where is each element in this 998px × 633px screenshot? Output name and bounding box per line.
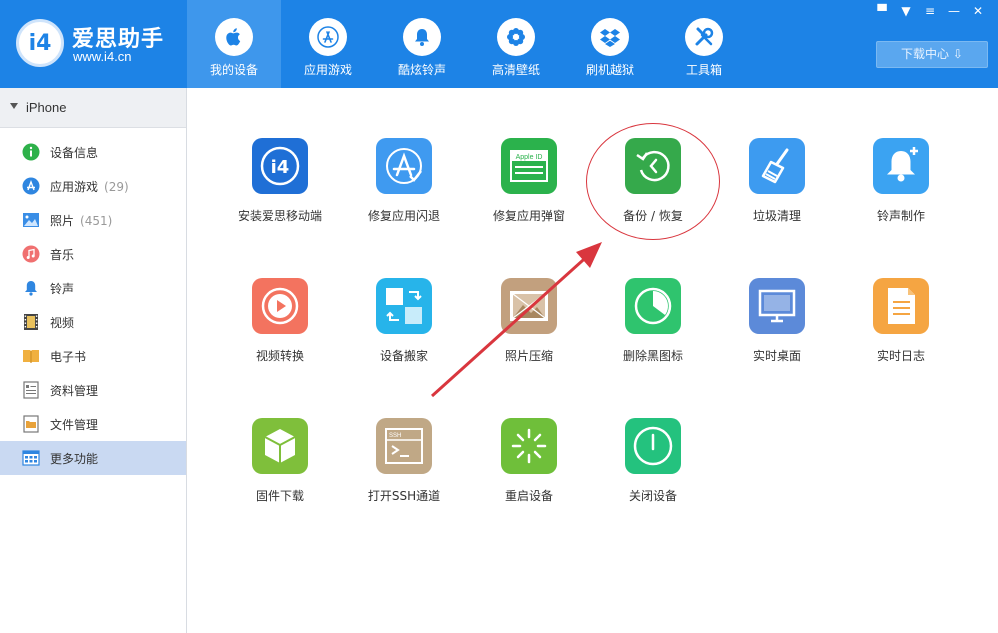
monitor-icon bbox=[749, 278, 805, 334]
pie-icon bbox=[625, 278, 681, 334]
i4-app-icon: i4 bbox=[252, 138, 308, 194]
sidebar-item-ringtones[interactable]: 铃声 bbox=[0, 271, 186, 305]
skin-icon[interactable]: ▼ bbox=[896, 2, 916, 20]
bell-plus-icon bbox=[873, 138, 929, 194]
sidebar-item-more-features[interactable]: 更多功能 bbox=[0, 441, 186, 475]
tool-shutdown-device[interactable]: 关闭设备 bbox=[593, 418, 713, 528]
device-selector[interactable]: iPhone bbox=[0, 88, 186, 128]
tab-apps-games[interactable]: 应用游戏 bbox=[281, 0, 375, 88]
music-icon bbox=[22, 245, 40, 263]
tool-install-i4-mobile[interactable]: i4 安装爱思移动端 bbox=[220, 138, 340, 248]
backup-restore-icon bbox=[625, 138, 681, 194]
device-name: iPhone bbox=[26, 100, 67, 115]
tool-junk-clean[interactable]: 垃圾清理 bbox=[717, 138, 837, 248]
terminal-icon: SSH bbox=[376, 418, 432, 474]
info-icon bbox=[22, 143, 40, 161]
tool-firmware-download[interactable]: 固件下载 bbox=[220, 418, 340, 528]
tab-my-device[interactable]: 我的设备 bbox=[187, 0, 281, 88]
restart-icon bbox=[501, 418, 557, 474]
tool-open-ssh[interactable]: SSH 打开SSH通道 bbox=[344, 418, 464, 528]
sidebar: iPhone 设备信息 应用游戏(29) 照片(451) 音乐 铃声 视频 bbox=[0, 88, 187, 633]
top-nav: 我的设备 应用游戏 酷炫铃声 高清壁纸 刷机越狱 工具箱 bbox=[187, 0, 751, 88]
sidebar-item-music[interactable]: 音乐 bbox=[0, 237, 186, 271]
tool-ringtone-maker[interactable]: 铃声制作 bbox=[841, 138, 961, 248]
sidebar-menu: 设备信息 应用游戏 (29) 照片 (451) 音乐 铃声 视频 电子书 资料管理 bbox=[0, 135, 186, 475]
tools-grid: i4 安装爱思移动端 修复应用闪退 Apple ID 修复应用弹窗 备份 / 恢… bbox=[188, 88, 998, 633]
collapse-triangle-icon bbox=[10, 103, 18, 109]
download-icon: ⇩ bbox=[952, 47, 963, 61]
apple-id-icon: Apple ID bbox=[501, 138, 557, 194]
sidebar-item-photos[interactable]: 照片 (451) bbox=[0, 203, 186, 237]
app-url: www.i4.cn bbox=[73, 49, 132, 64]
app-icon bbox=[22, 177, 40, 195]
video-icon bbox=[24, 314, 38, 330]
tool-fix-app-crash[interactable]: 修复应用闪退 bbox=[344, 138, 464, 248]
sidebar-item-videos[interactable]: 视频 bbox=[0, 305, 186, 339]
sidebar-item-file-management[interactable]: 文件管理 bbox=[0, 407, 186, 441]
window-controls: ▀ ▼ ≡ — ✕ bbox=[872, 2, 988, 20]
tool-photo-compress[interactable]: 照片压缩 bbox=[469, 278, 589, 388]
sidebar-item-data-management[interactable]: 资料管理 bbox=[0, 373, 186, 407]
cube-icon bbox=[252, 418, 308, 474]
grid-icon bbox=[22, 450, 40, 466]
svg-text:Apple ID: Apple ID bbox=[516, 154, 543, 161]
tool-realtime-desktop[interactable]: 实时桌面 bbox=[717, 278, 837, 388]
svg-text:i4: i4 bbox=[271, 157, 290, 178]
tab-toolbox[interactable]: 工具箱 bbox=[657, 0, 751, 88]
sidebar-item-ebooks[interactable]: 电子书 bbox=[0, 339, 186, 373]
tool-device-transfer[interactable]: 设备搬家 bbox=[344, 278, 464, 388]
sidebar-item-apps[interactable]: 应用游戏 (29) bbox=[0, 169, 186, 203]
sidebar-item-device-info[interactable]: 设备信息 bbox=[0, 135, 186, 169]
bell-icon bbox=[403, 18, 441, 56]
bell-icon bbox=[25, 281, 37, 296]
app-store-icon bbox=[309, 18, 347, 56]
tools-icon bbox=[685, 18, 723, 56]
power-icon bbox=[625, 418, 681, 474]
tab-flash-jailbreak[interactable]: 刷机越狱 bbox=[563, 0, 657, 88]
tab-ringtones[interactable]: 酷炫铃声 bbox=[375, 0, 469, 88]
tool-restart-device[interactable]: 重启设备 bbox=[469, 418, 589, 528]
tab-wallpapers[interactable]: 高清壁纸 bbox=[469, 0, 563, 88]
app-header: i4 爱思助手 www.i4.cn 我的设备 应用游戏 酷炫铃声 高清壁纸 刷机… bbox=[0, 0, 998, 88]
close-icon[interactable]: ✕ bbox=[968, 2, 988, 20]
menu-icon[interactable]: ≡ bbox=[920, 2, 940, 20]
contacts-icon bbox=[23, 381, 39, 399]
tool-realtime-log[interactable]: 实时日志 bbox=[841, 278, 961, 388]
svg-text:SSH: SSH bbox=[389, 433, 401, 439]
book-icon bbox=[23, 350, 39, 363]
flower-icon bbox=[497, 18, 535, 56]
tool-remove-black-icon[interactable]: 删除黑图标 bbox=[593, 278, 713, 388]
tool-backup-restore[interactable]: 备份 / 恢复 bbox=[593, 138, 713, 248]
document-icon bbox=[873, 278, 929, 334]
transfer-icon bbox=[376, 278, 432, 334]
dropbox-icon bbox=[591, 18, 629, 56]
folder-icon bbox=[23, 415, 39, 433]
i4-logo-icon: i4 bbox=[16, 19, 64, 67]
app-logo[interactable]: i4 爱思助手 www.i4.cn bbox=[16, 19, 186, 69]
app-repair-icon bbox=[376, 138, 432, 194]
download-center-button[interactable]: 下载中心 ⇩ bbox=[876, 41, 988, 68]
minimize-icon[interactable]: — bbox=[944, 2, 964, 20]
image-icon bbox=[501, 278, 557, 334]
feedback-icon[interactable]: ▀ bbox=[872, 2, 892, 20]
play-icon bbox=[252, 278, 308, 334]
tool-video-convert[interactable]: 视频转换 bbox=[220, 278, 340, 388]
photo-icon bbox=[23, 213, 39, 227]
broom-icon bbox=[749, 138, 805, 194]
apple-icon bbox=[215, 18, 253, 56]
tool-fix-app-popup[interactable]: Apple ID 修复应用弹窗 bbox=[469, 138, 589, 248]
